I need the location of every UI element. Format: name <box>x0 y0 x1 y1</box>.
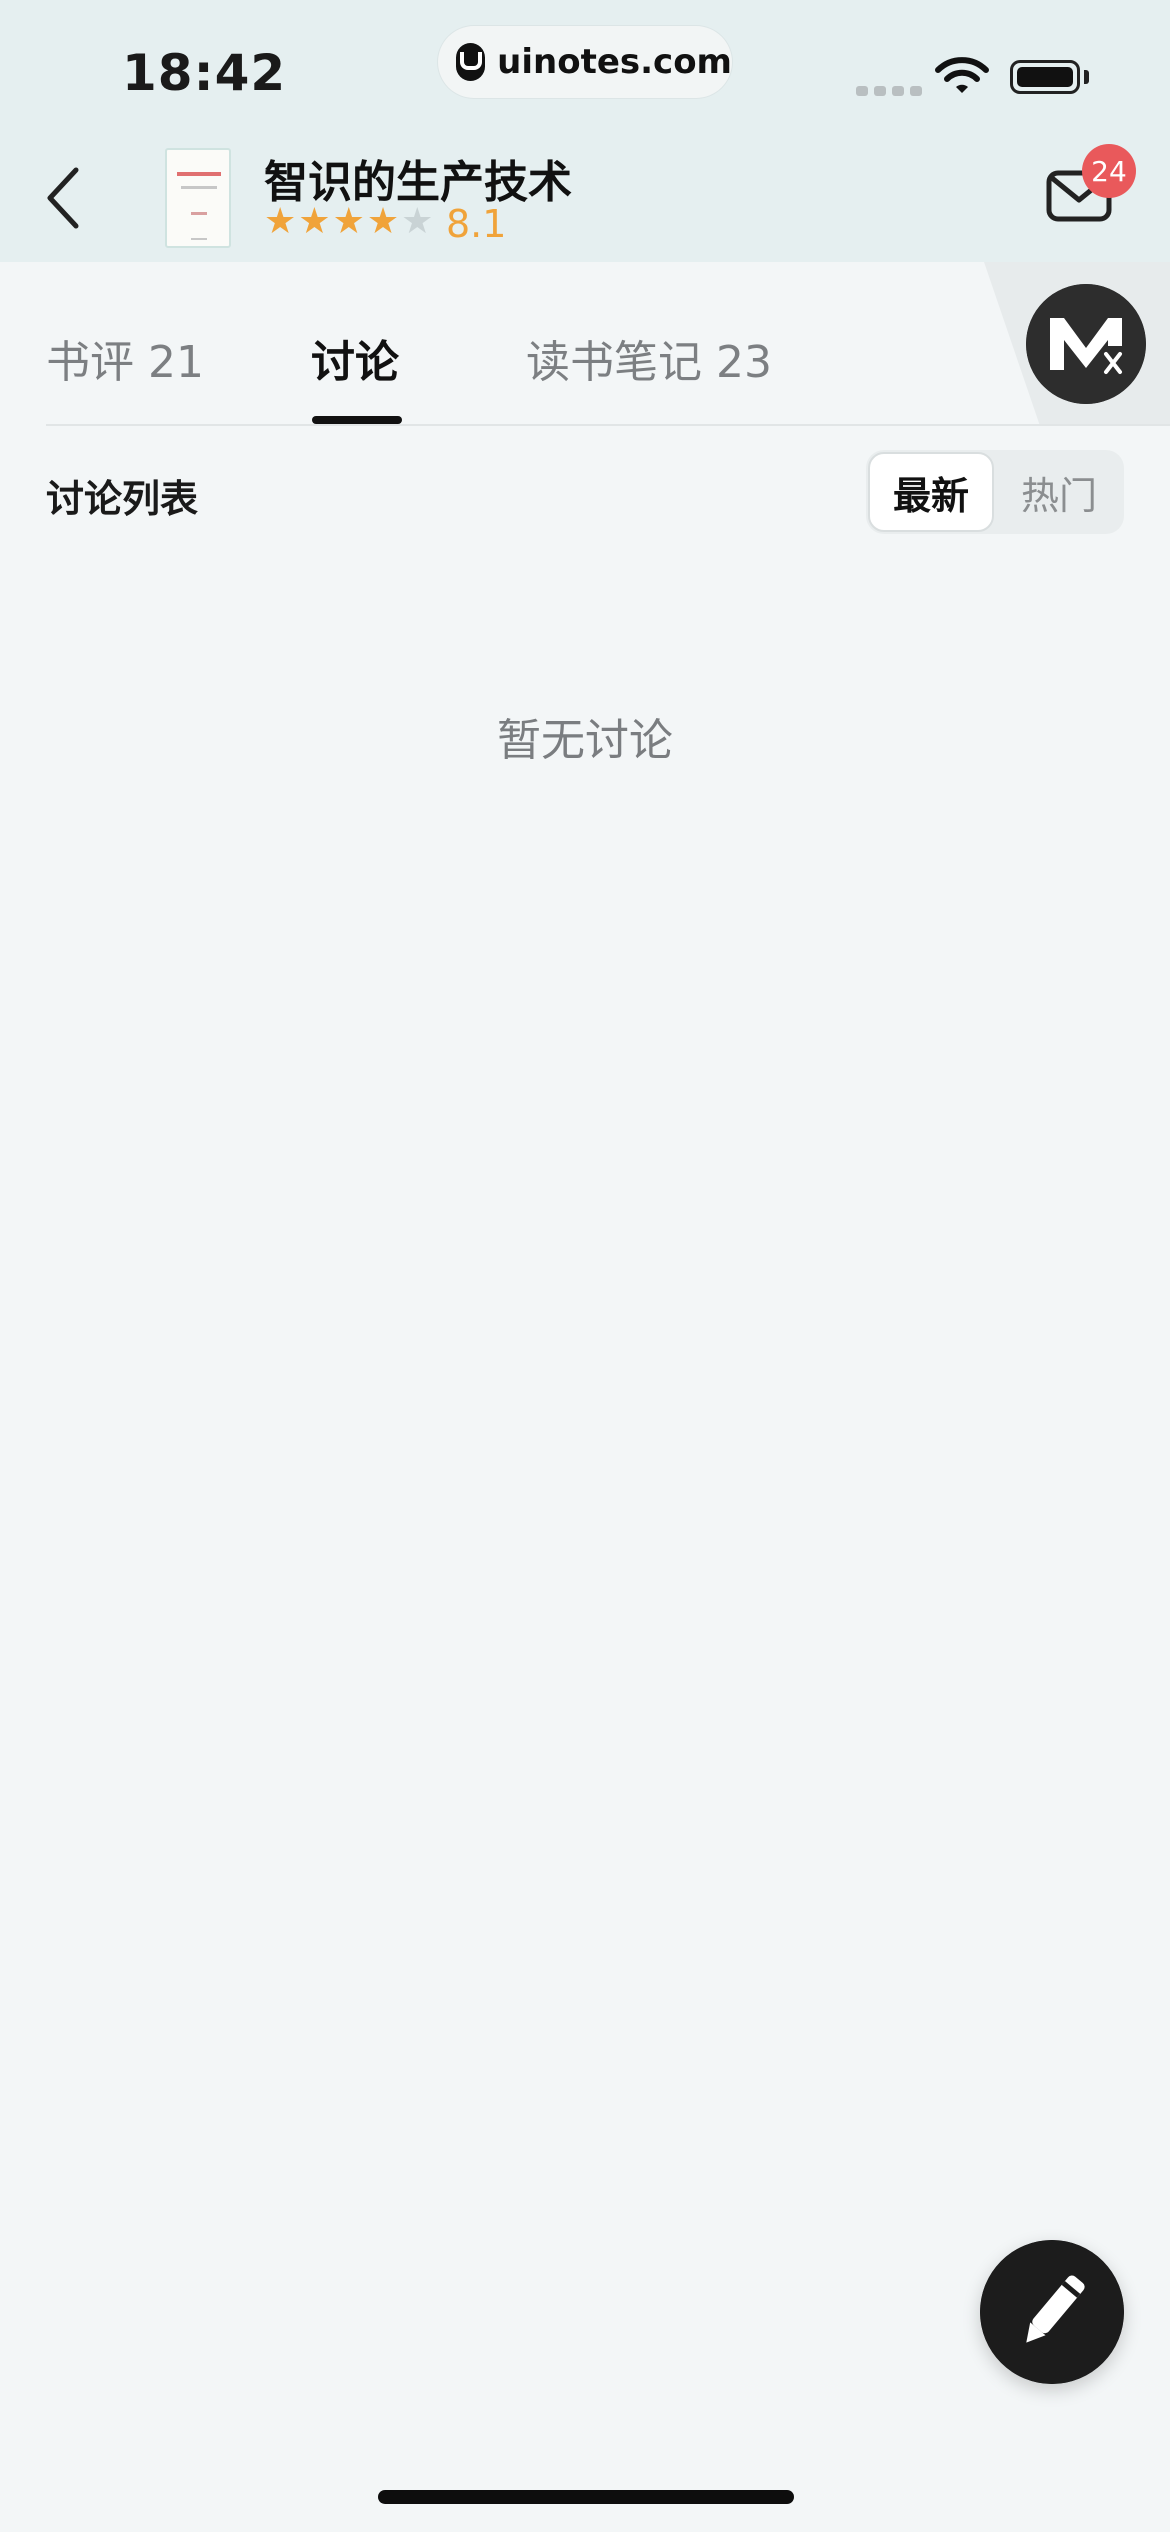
active-tab-indicator <box>312 416 402 424</box>
status-time: 18:42 <box>122 44 287 102</box>
star-filled-icon: ★ <box>366 201 400 242</box>
rating-score: 8.1 <box>446 202 507 246</box>
home-indicator <box>378 2490 794 2504</box>
tab-divider <box>46 424 1170 426</box>
star-filled-icon: ★ <box>332 201 365 242</box>
tab-reviews[interactable]: 书评 21 <box>46 326 204 390</box>
tab-discussion[interactable]: 讨论 <box>311 326 399 390</box>
sort-popular-button[interactable]: 热门 <box>1000 450 1118 534</box>
empty-state-message: 暂无讨论 <box>497 715 673 766</box>
content-sheet <box>0 262 1170 2532</box>
site-logo-icon <box>456 43 486 81</box>
mx-avatar-icon[interactable] <box>1026 284 1146 404</box>
compose-pen-icon[interactable] <box>980 2240 1124 2384</box>
star-filled-icon: ★ <box>264 201 297 242</box>
wifi-icon <box>935 57 989 93</box>
battery-icon <box>1010 60 1080 94</box>
sort-segmented-control: 最新 热门 <box>866 450 1124 534</box>
sort-latest-button[interactable]: 最新 <box>868 452 994 532</box>
chevron-left-icon[interactable] <box>40 160 90 236</box>
tab-notes[interactable]: 读书笔记 23 <box>526 326 772 390</box>
cellular-signal-icon <box>856 86 922 96</box>
url-pill[interactable]: uinotes.com <box>438 26 732 98</box>
discussion-list-title: 讨论列表 <box>46 477 199 521</box>
battery-tip <box>1084 70 1089 84</box>
unread-badge: 24 <box>1082 144 1136 198</box>
star-empty-icon: ★ <box>401 201 434 242</box>
star-rating: ★ ★ ★ ★ ★ <box>264 202 433 242</box>
url-text: uinotes.com <box>497 42 732 82</box>
star-filled-icon: ★ <box>298 201 331 242</box>
book-cover[interactable] <box>165 148 231 248</box>
